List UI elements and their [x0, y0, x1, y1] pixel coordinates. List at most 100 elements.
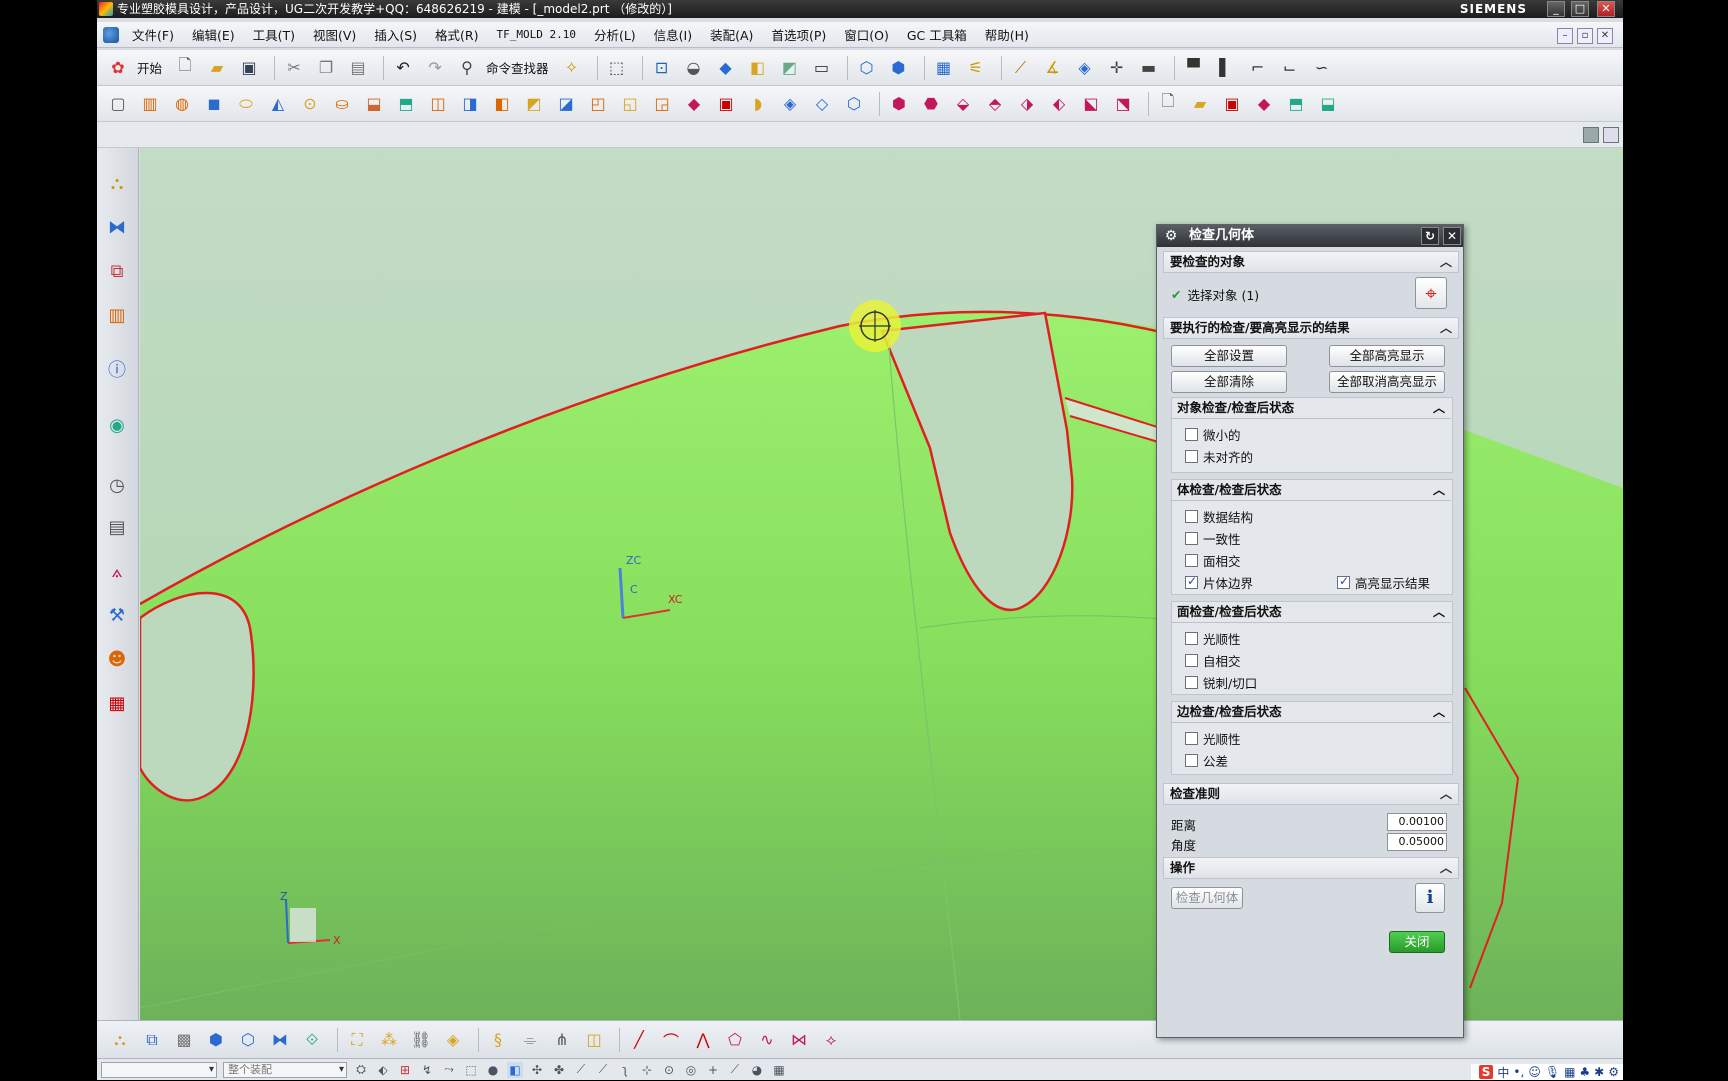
orient-tool-icon[interactable]: ⬢: [203, 1027, 229, 1053]
hd3d-tools-icon[interactable]: ⓘ: [103, 352, 131, 386]
groove-icon[interactable]: ◫: [425, 91, 451, 117]
hole-icon[interactable]: ⊙: [297, 91, 323, 117]
collapse-chevron-icon[interactable]: ︿: [1433, 479, 1445, 501]
body-checks-header[interactable]: 体检查/检查后状态 ︿: [1171, 479, 1451, 501]
section-checks-header[interactable]: 要执行的检查/要高亮显示的结果 ︿: [1163, 317, 1459, 339]
curve-tool-icon[interactable]: ⌐: [1245, 55, 1271, 81]
tiny-checkbox[interactable]: [1185, 427, 1198, 441]
face-intersection-check-row[interactable]: 面相交: [1185, 551, 1241, 569]
rectangle-select-icon[interactable]: ⬚: [463, 1062, 479, 1078]
datum-tool-icon[interactable]: ⛶: [344, 1027, 370, 1053]
menu-insert[interactable]: 插入(S): [365, 25, 426, 44]
minimize-button[interactable]: _: [1547, 1, 1565, 17]
distance-input[interactable]: 0.00100: [1387, 813, 1447, 831]
menu-edit[interactable]: 编辑(E): [183, 25, 244, 44]
intersect-icon[interactable]: ◩: [521, 91, 547, 117]
snap-mid-icon[interactable]: ✤: [551, 1062, 567, 1078]
split-body-icon[interactable]: ▣: [713, 91, 739, 117]
object-checks-header[interactable]: 对象检查/检查后状态 ︿: [1171, 397, 1451, 419]
menu-information[interactable]: 信息(I): [645, 25, 701, 44]
sew-icon[interactable]: ◗: [745, 91, 771, 117]
pad-icon[interactable]: ⬒: [393, 91, 419, 117]
tree-tool-icon[interactable]: ⋔: [549, 1027, 575, 1053]
wcs-icon[interactable]: ⬡: [854, 55, 880, 81]
menu-tools[interactable]: 工具(T): [244, 25, 304, 44]
resize-blend-icon[interactable]: ⬖: [1046, 91, 1072, 117]
face-checks-header[interactable]: 面检查/检查后状态 ︿: [1171, 601, 1451, 623]
thicken-icon[interactable]: ◇: [809, 91, 835, 117]
menu-view[interactable]: 视图(V): [304, 25, 365, 44]
menu-analysis[interactable]: 分析(L): [585, 25, 645, 44]
check-geometry-button[interactable]: 检查几何体: [1171, 887, 1243, 909]
binoculars-icon[interactable]: ⚲: [454, 55, 480, 81]
collapse-chevron-icon[interactable]: ︿: [1440, 858, 1452, 878]
microphone-icon[interactable]: 🎙: [1545, 1065, 1560, 1079]
tiny-check-row[interactable]: 微小的: [1185, 425, 1241, 443]
document-icon[interactable]: [103, 26, 119, 43]
close-dialog-icon[interactable]: ✕: [1443, 227, 1461, 245]
extract-icon[interactable]: ⬡: [841, 91, 867, 117]
highlight-results-checkbox[interactable]: [1337, 574, 1350, 589]
information-icon[interactable]: i: [1415, 883, 1445, 913]
assembly-navigator-icon[interactable]: ⛬: [103, 166, 131, 200]
spring-tool-icon[interactable]: §: [485, 1027, 511, 1053]
select-feature-icon[interactable]: ⬖: [375, 1062, 391, 1078]
select-tool-icon[interactable]: ⛬: [107, 1027, 133, 1053]
edge-smoothness-check-row[interactable]: 光顺性: [1185, 729, 1241, 747]
spline-tool-icon[interactable]: ∿: [754, 1027, 780, 1053]
select-object-row[interactable]: ✔ 选择对象 (1): [1171, 285, 1259, 304]
delete-face-icon[interactable]: ⬗: [1014, 91, 1040, 117]
mdi-minimize-button[interactable]: –: [1557, 28, 1573, 44]
background-icon[interactable]: ▭: [809, 55, 835, 81]
set-all-button[interactable]: 全部设置: [1171, 345, 1287, 367]
analysis-icon[interactable]: ⚟: [963, 55, 989, 81]
misaligned-check-row[interactable]: 未对齐的: [1185, 447, 1253, 465]
snap-point-icon[interactable]: +: [705, 1062, 721, 1078]
maximize-button[interactable]: □: [1571, 1, 1589, 17]
view-tool-icon[interactable]: ⧉: [139, 1027, 165, 1053]
edge-blend-icon[interactable]: ◪: [553, 91, 579, 117]
selection-filter-icon[interactable]: ⬚: [604, 55, 630, 81]
line-tool-icon[interactable]: ╱: [626, 1027, 652, 1053]
boss-icon[interactable]: ⛀: [329, 91, 355, 117]
view-layout-icon[interactable]: [1583, 127, 1599, 143]
project-curve-icon[interactable]: ⟡: [818, 1027, 844, 1053]
pattern-tool-icon[interactable]: ⟐: [299, 1027, 325, 1053]
self-intersection-check-row[interactable]: 自相交: [1185, 651, 1241, 669]
keyboard-icon[interactable]: ▦: [1564, 1065, 1575, 1079]
tolerance-checkbox[interactable]: [1185, 753, 1198, 767]
section-operation-header[interactable]: 操作 ︿: [1163, 857, 1459, 879]
solid-select-icon[interactable]: ◧: [507, 1061, 523, 1078]
offset-face-icon[interactable]: ◈: [777, 91, 803, 117]
menu-gc-toolkit[interactable]: GC 工具箱: [898, 25, 976, 44]
spikes-cuts-checkbox[interactable]: [1185, 675, 1198, 689]
collapse-chevron-icon[interactable]: ︿: [1440, 318, 1452, 338]
start-icon[interactable]: ✿: [105, 55, 131, 81]
start-button[interactable]: 开始: [137, 58, 162, 77]
toolbox-icon[interactable]: ✱: [1594, 1065, 1604, 1079]
cone-icon[interactable]: ◭: [265, 91, 291, 117]
unite-icon[interactable]: ◨: [457, 91, 483, 117]
open-folder-icon[interactable]: ▰: [204, 55, 230, 81]
skin-icon[interactable]: ♣: [1579, 1065, 1590, 1079]
pocket-icon[interactable]: ⬓: [361, 91, 387, 117]
mdi-restore-button[interactable]: ▫: [1577, 28, 1593, 44]
menu-file[interactable]: 文件(F): [123, 25, 183, 44]
face-intersection-checkbox[interactable]: [1185, 553, 1198, 567]
settings-tool-icon[interactable]: ◈: [440, 1027, 466, 1053]
draft-icon[interactable]: ◲: [649, 91, 675, 117]
view-orient-icon[interactable]: ◩: [777, 55, 803, 81]
face-smoothness-checkbox[interactable]: [1185, 631, 1198, 645]
redo-icon[interactable]: ↷: [422, 55, 448, 81]
offset-region-icon[interactable]: ⬕: [1078, 91, 1104, 117]
gear-icon[interactable]: ⚙: [1163, 228, 1179, 244]
manufacturing-wizard-icon[interactable]: ⚒: [103, 598, 131, 632]
trim-body-icon[interactable]: ◆: [681, 91, 707, 117]
menu-help[interactable]: 帮助(H): [976, 25, 1038, 44]
misaligned-checkbox[interactable]: [1185, 449, 1198, 463]
data-structure-check-row[interactable]: 数据结构: [1185, 507, 1253, 525]
punctuation-icon[interactable]: •,: [1513, 1065, 1524, 1079]
layer-tool-icon[interactable]: ▩: [171, 1027, 197, 1053]
pull-face-icon[interactable]: ⬙: [950, 91, 976, 117]
consistency-check-row[interactable]: 一致性: [1185, 529, 1241, 547]
